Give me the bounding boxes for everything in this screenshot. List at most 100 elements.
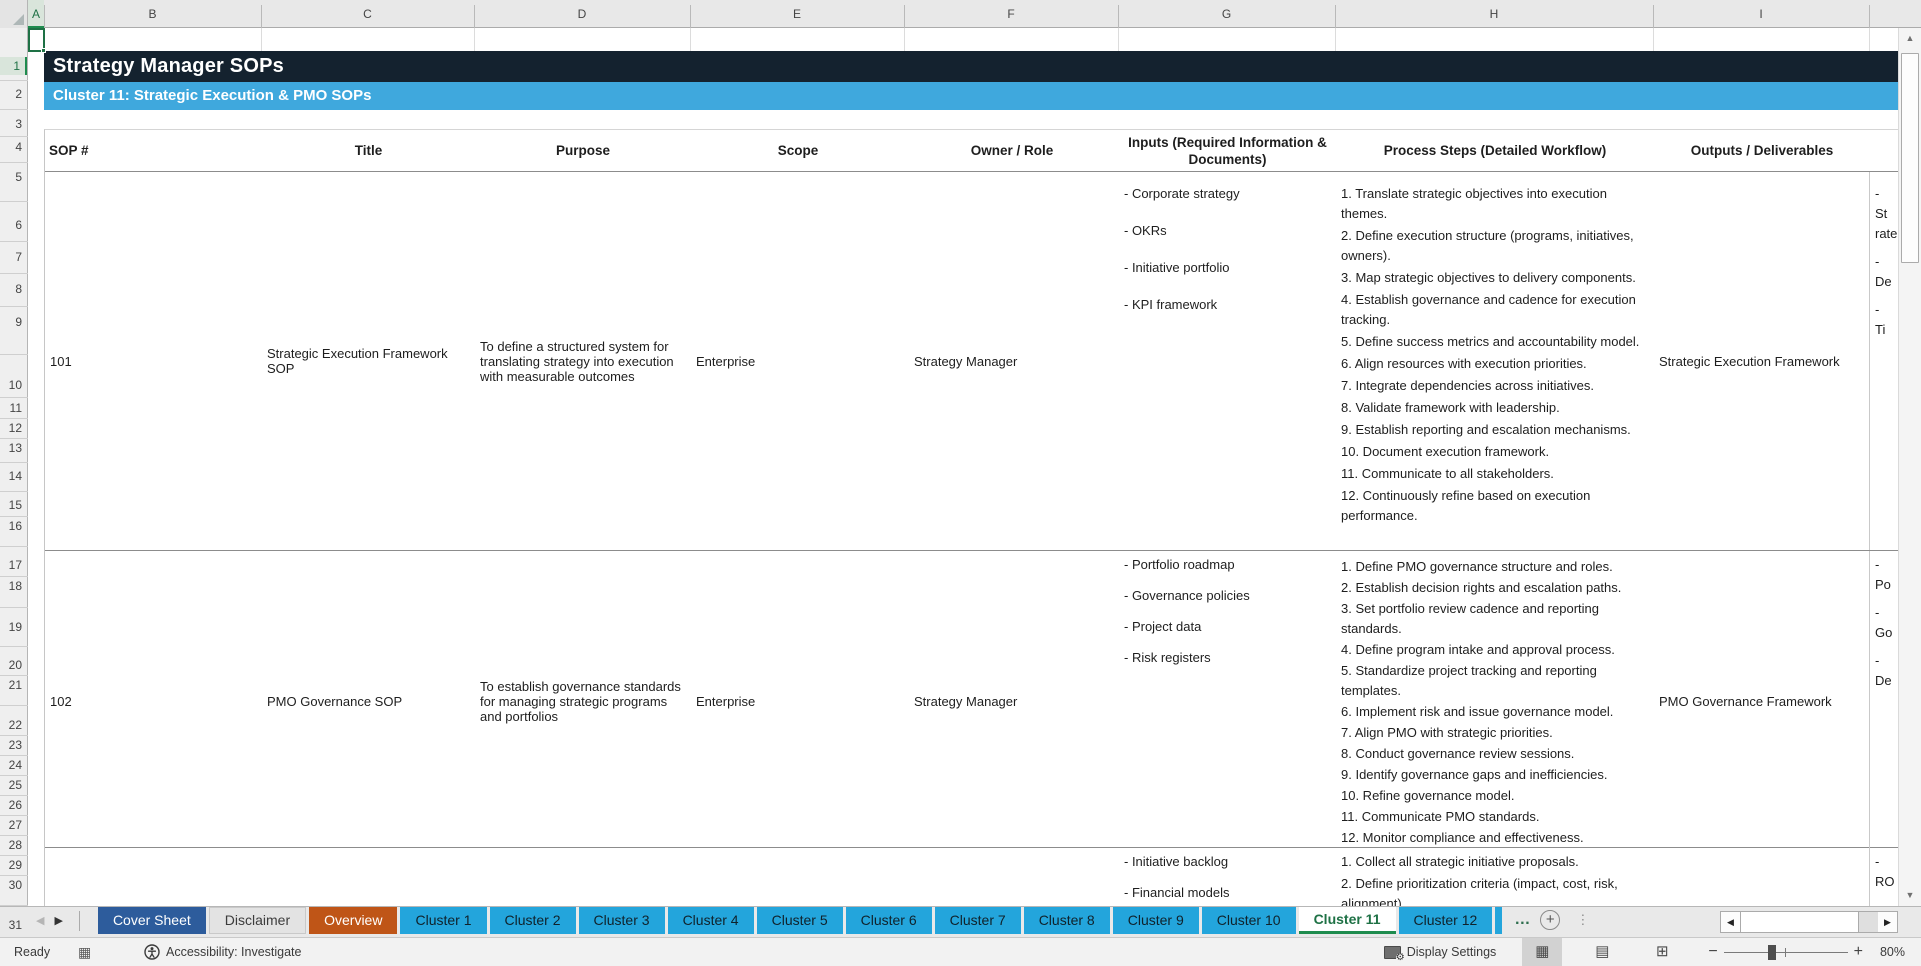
row-header[interactable]: 16	[0, 517, 22, 535]
row-header[interactable]: 18	[0, 577, 22, 595]
header-steps[interactable]: Process Steps (Detailed Workflow)	[1336, 130, 1654, 171]
row-header[interactable]: 6	[0, 216, 22, 234]
display-settings-button[interactable]: ⚙ Display Settings	[1383, 945, 1496, 963]
cell-scope[interactable]	[691, 848, 905, 906]
zoom-slider[interactable]	[1723, 938, 1848, 966]
row-header[interactable]: 21	[0, 676, 22, 694]
row-header[interactable]: 5	[0, 168, 22, 186]
accessibility-status[interactable]: Accessibility: Investigate	[144, 938, 301, 966]
row-header[interactable]: 26	[0, 796, 22, 814]
column-header[interactable]: I	[1653, 0, 1869, 28]
row-header[interactable]: 17	[0, 556, 22, 574]
row-header[interactable]: 10	[0, 376, 22, 394]
row-header[interactable]: 30	[0, 876, 22, 894]
cell-purpose[interactable]: To establish governance standards for ma…	[475, 551, 691, 851]
cell-outputs[interactable]: PMO Governance Framework	[1654, 551, 1870, 851]
column-header[interactable]: C	[261, 0, 474, 28]
header-outputs[interactable]: Outputs / Deliverables	[1654, 130, 1870, 171]
row-header[interactable]: 4	[0, 138, 22, 156]
cell-outputs[interactable]: Strategic Execution Framework	[1654, 172, 1870, 550]
tabs-scroll-right-icon[interactable]: ▶	[54, 907, 62, 935]
sheet-tab[interactable]: Cluster 4	[667, 907, 754, 934]
row-header[interactable]: 22	[0, 716, 22, 734]
row-header[interactable]: 23	[0, 736, 22, 754]
hscroll-left-icon[interactable]: ◀	[1721, 912, 1740, 932]
cell-purpose[interactable]: To define a structured system for transl…	[475, 172, 691, 550]
new-sheet-button[interactable]: +	[1540, 910, 1561, 930]
sheet-tab[interactable]: Cluster 8	[1023, 907, 1110, 934]
row-header[interactable]: 2	[0, 85, 22, 103]
cell-steps[interactable]: 1. Translate strategic objectives into e…	[1336, 172, 1654, 550]
row-header[interactable]: 7	[0, 248, 22, 266]
cell-next-column-clipped[interactable]: - RO- De	[1870, 848, 1898, 906]
hscroll-right-icon[interactable]: ▶	[1878, 912, 1897, 932]
column-header[interactable]: B	[44, 0, 261, 28]
row-header[interactable]: 3	[0, 115, 22, 133]
row-header[interactable]: 19	[0, 618, 22, 636]
sheet-tab[interactable]: Cluster 7	[934, 907, 1021, 934]
zoom-in-button[interactable]: +	[1848, 943, 1869, 961]
cell-scope[interactable]: Enterprise	[691, 172, 905, 550]
row-header[interactable]: 31	[0, 916, 22, 934]
cell-sop-number[interactable]	[45, 848, 262, 906]
cell-purpose[interactable]	[475, 848, 691, 906]
cell-owner[interactable]	[905, 848, 1119, 906]
header-title[interactable]: Title	[262, 130, 475, 171]
sheet-tab[interactable]: Overview	[309, 907, 398, 934]
column-header[interactable]: G	[1118, 0, 1335, 28]
row-header[interactable]: 12	[0, 419, 22, 437]
cell-owner[interactable]: Strategy Manager	[905, 172, 1119, 550]
row-header[interactable]: 14	[0, 467, 22, 485]
sheet-tab[interactable]: Cluster 3	[578, 907, 665, 934]
vertical-scrollbar-thumb[interactable]	[1901, 53, 1919, 263]
zoom-out-button[interactable]: −	[1702, 943, 1723, 961]
vertical-scrollbar[interactable]: ▲ ▼	[1898, 28, 1921, 906]
cell-next-column-clipped[interactable]: - Po - Go - De	[1870, 551, 1898, 851]
cell-owner[interactable]: Strategy Manager	[905, 551, 1119, 851]
page-layout-view-button[interactable]: ▤	[1582, 938, 1622, 966]
cell-title[interactable]: PMO Governance SOP	[262, 551, 475, 851]
macro-record-icon[interactable]: ▦	[78, 938, 91, 966]
cell-outputs[interactable]	[1654, 848, 1870, 906]
tabs-scroll-left-icon[interactable]: ◀	[36, 907, 44, 935]
scroll-down-icon[interactable]: ▼	[1899, 885, 1921, 906]
sheet-tab[interactable]: Cluster 10	[1201, 907, 1296, 934]
sheet-tab[interactable]: Cluster 1	[400, 907, 487, 934]
scroll-up-icon[interactable]: ▲	[1899, 28, 1921, 49]
normal-view-button[interactable]: ▦	[1522, 938, 1563, 966]
sheet-tab[interactable]: Cluster 12	[1398, 907, 1493, 934]
row-header[interactable]: 11	[0, 399, 22, 417]
row-header[interactable]: 28	[0, 836, 22, 854]
sheet-tab[interactable]: Cover Sheet	[97, 907, 206, 934]
zoom-level[interactable]: 80%	[1869, 945, 1921, 959]
cell-steps[interactable]: 1. Collect all strategic initiative prop…	[1336, 848, 1654, 906]
row-header[interactable]: 9	[0, 313, 22, 331]
row-header[interactable]: 24	[0, 756, 22, 774]
cell-sop-number[interactable]: 101	[45, 172, 262, 550]
sheet-tab[interactable]: Cluster 2	[489, 907, 576, 934]
column-header[interactable]: E	[690, 0, 904, 28]
row-header[interactable]: 25	[0, 776, 22, 794]
row-header[interactable]: 20	[0, 656, 22, 674]
header-sop[interactable]: SOP #	[45, 130, 262, 171]
cell-inputs[interactable]: - Corporate strategy - OKRs - Initiative p…	[1119, 172, 1336, 550]
active-cell-a1[interactable]	[28, 28, 46, 53]
header-owner[interactable]: Owner / Role	[905, 130, 1119, 171]
sheet-tab[interactable]: Disclaimer	[208, 907, 307, 934]
sheet-tab[interactable]: Cluster 6	[845, 907, 932, 934]
sheet-tab[interactable]: Cluster 5	[756, 907, 843, 934]
header-scope[interactable]: Scope	[691, 130, 905, 171]
sheet-tab[interactable]: Cluster 9	[1112, 907, 1199, 934]
horizontal-scrollbar-thumb[interactable]	[1740, 912, 1859, 932]
cell-sop-number[interactable]: 102	[45, 551, 262, 851]
zoom-slider-thumb[interactable]	[1767, 945, 1776, 960]
row-header[interactable]: 29	[0, 856, 22, 874]
cell-scope[interactable]: Enterprise	[691, 551, 905, 851]
column-header[interactable]: F	[904, 0, 1118, 28]
cell-next-column-clipped[interactable]: - St rate - De - Ti	[1870, 172, 1898, 550]
row-header[interactable]: 1	[0, 57, 27, 75]
clipped-tab[interactable]	[1495, 907, 1503, 934]
cell-title[interactable]: Strategic Execution Framework SOP	[262, 172, 475, 550]
sheet-tab[interactable]: Cluster 11	[1298, 907, 1396, 934]
column-header[interactable]: D	[474, 0, 690, 28]
